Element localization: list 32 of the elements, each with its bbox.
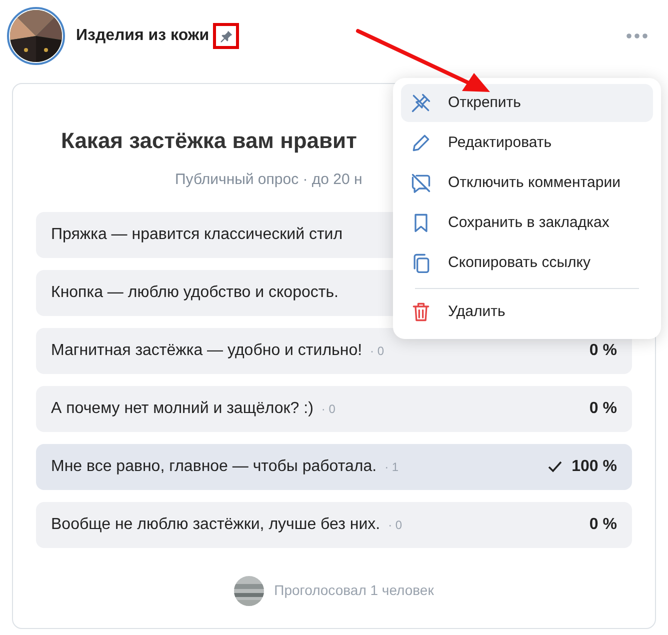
avatar[interactable] xyxy=(7,7,65,65)
vote-count: · 0 xyxy=(388,516,402,534)
vote-count: · 0 xyxy=(370,342,384,360)
vote-count: · 0 xyxy=(321,400,336,418)
poll-subtitle: Публичный опрос · до 20 н xyxy=(175,170,362,190)
unpin-icon xyxy=(410,92,432,114)
percent-text: 0 % xyxy=(589,514,617,534)
poll-option[interactable]: Мне все равно, главное — чтобы работала. · 1 100 % xyxy=(36,444,632,490)
menu-item[interactable]: Отключить комментарии xyxy=(401,164,653,202)
poll-option[interactable]: Вообще не люблю застёжки, лучше без них. · 0 0 % xyxy=(36,502,632,548)
pencil-icon xyxy=(410,132,432,154)
option-text: Кнопка — люблю удобство и скорость. xyxy=(51,282,338,302)
percent-text: 100 % xyxy=(572,456,617,476)
option-text: Магнитная застёжка — удобно и стильно! xyxy=(51,340,362,360)
poll-option[interactable]: А почему нет молний и защёлок? :) · 0 0 % xyxy=(36,386,632,432)
option-text: Пряжка — нравится классический стил xyxy=(51,224,343,244)
more-icon[interactable] xyxy=(626,33,648,39)
comment-off-icon xyxy=(410,172,432,194)
trash-icon xyxy=(410,301,432,323)
percent-text: 0 % xyxy=(589,398,617,418)
option-text: Вообще не люблю застёжки, лучше без них. xyxy=(51,514,380,534)
poll-option[interactable]: Магнитная застёжка — удобно и стильно! · 0 0 % xyxy=(36,328,632,374)
vote-count: · 1 xyxy=(384,458,399,476)
community-name[interactable]: Изделия из кожи xyxy=(76,24,210,48)
pin-icon xyxy=(220,30,233,42)
option-text: Мне все равно, главное — чтобы работала. xyxy=(51,456,377,476)
menu-item[interactable]: Открепить xyxy=(401,84,653,122)
poll-title: Какая застёжка вам нравит xyxy=(61,127,357,155)
percent-text: 0 % xyxy=(589,340,617,360)
option-text: А почему нет молний и защёлок? :) xyxy=(51,398,314,418)
check-icon xyxy=(548,460,562,472)
menu-item[interactable]: Редактировать xyxy=(401,124,653,162)
